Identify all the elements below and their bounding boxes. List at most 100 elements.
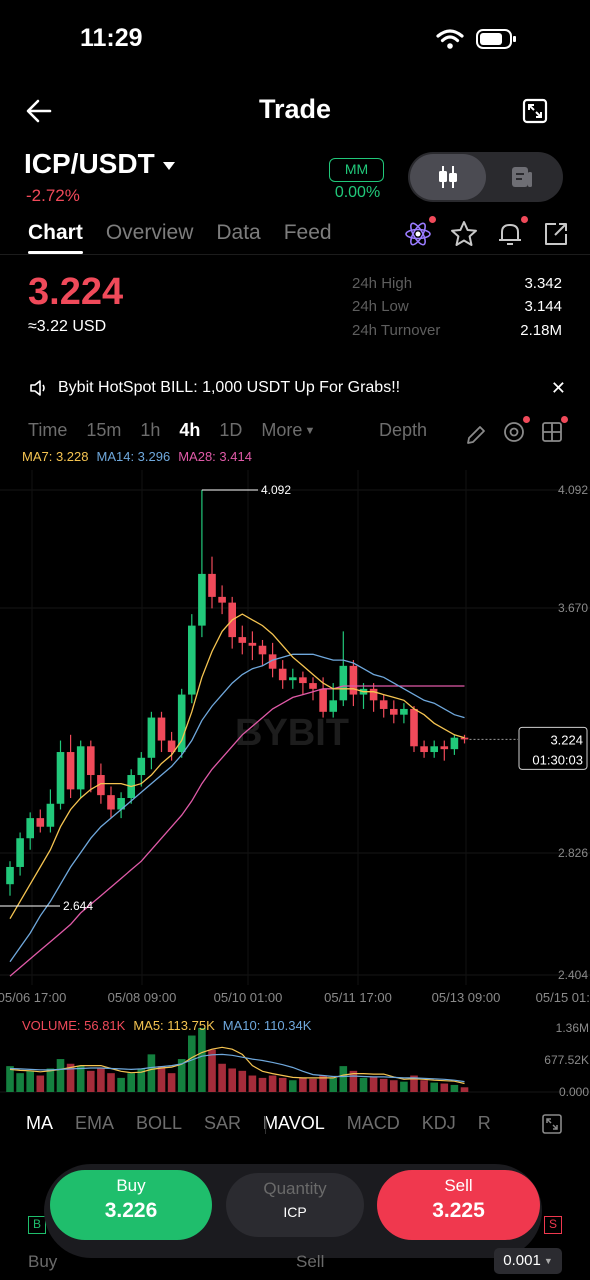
volume-bar	[188, 1035, 196, 1092]
volume-bar	[127, 1073, 135, 1092]
indicator-boll[interactable]: BOLL	[136, 1113, 182, 1134]
volume-bar	[369, 1076, 378, 1092]
candle	[76, 746, 85, 790]
tab-actions	[404, 216, 570, 248]
share-icon[interactable]	[542, 220, 570, 248]
price-chart[interactable]: BYBIT 4.092 3.670 2.826 2.404 05/06 17:00 05/0…	[0, 460, 590, 1100]
indicator-r[interactable]: R	[478, 1113, 491, 1134]
page-title: Trade	[258, 94, 332, 124]
volume-bar	[420, 1080, 428, 1092]
buy-button[interactable]: Buy 3.226	[50, 1170, 212, 1240]
candle	[319, 688, 327, 712]
sell-badge: S	[544, 1216, 562, 1234]
y-tick-label: 4.092	[558, 483, 588, 497]
indicator-settings-icon[interactable]	[502, 416, 530, 449]
sell-button[interactable]: Sell 3.225	[377, 1170, 540, 1240]
close-icon[interactable]: ✕	[551, 378, 566, 399]
candle	[46, 803, 55, 827]
indicator-macd[interactable]: MACD	[347, 1113, 400, 1134]
volume-bar	[339, 1066, 348, 1092]
candle	[258, 645, 267, 655]
tab-chart[interactable]: Chart	[28, 221, 83, 254]
tab-data[interactable]: Data	[216, 221, 260, 245]
ai-atom-icon[interactable]	[404, 216, 436, 248]
volume-bar	[218, 1063, 226, 1092]
candle	[36, 818, 45, 827]
depth-tab[interactable]: Depth	[379, 420, 427, 441]
interval-4h[interactable]: 4h	[179, 420, 200, 441]
interval-bar: Time 15m 1h 4h 1D More ▼	[28, 420, 353, 441]
volume-bar	[167, 1073, 176, 1092]
interval-1d[interactable]: 1D	[219, 420, 242, 441]
volume-bar	[87, 1070, 95, 1092]
candle	[440, 746, 449, 750]
indicator-expand-icon[interactable]	[541, 1113, 563, 1135]
volume-bar	[379, 1078, 388, 1092]
indicator-bar: MA EMA BOLL SAR MAVOL MACD KDJ R	[26, 1113, 491, 1134]
view-toggle[interactable]	[408, 152, 563, 202]
x-tick-label: 05/06 17:00	[0, 990, 66, 1005]
star-icon[interactable]	[450, 220, 478, 248]
interval-1h[interactable]: 1h	[140, 420, 160, 441]
volume-bar	[117, 1077, 125, 1092]
indicator-ema[interactable]: EMA	[75, 1113, 114, 1134]
volume-bar	[430, 1082, 438, 1092]
candle	[369, 688, 378, 701]
candle	[26, 818, 34, 839]
volume-tick-label: 0.000	[559, 1085, 589, 1099]
caret-down-icon: ▼	[543, 1256, 553, 1266]
vol-ma5-label: MA5: 113.75K	[133, 1018, 215, 1033]
countdown-label: 01:30:03	[532, 752, 583, 767]
interval-15m[interactable]: 15m	[86, 420, 121, 441]
promo-banner[interactable]: Bybit HotSpot BILL: 1,000 USDT Up For Gr…	[28, 378, 400, 398]
mm-badge[interactable]: MM	[329, 158, 384, 182]
divider	[0, 254, 590, 255]
candle-view-button[interactable]	[410, 154, 486, 200]
pencil-icon[interactable]	[464, 423, 488, 447]
interval-more[interactable]: More ▼	[261, 420, 334, 441]
layout-grid-icon[interactable]	[540, 416, 568, 449]
candlestick-icon	[439, 166, 457, 188]
status-icons	[436, 28, 518, 50]
fullscreen-icon[interactable]	[522, 98, 548, 124]
indicator-mavol[interactable]: MAVOL	[263, 1113, 325, 1134]
quantity-input[interactable]: Quantity ICP	[226, 1173, 364, 1237]
volume-tick-label: 1.36M	[556, 1021, 589, 1035]
indicator-kdj[interactable]: KDJ	[422, 1113, 456, 1134]
indicator-ma[interactable]: MA	[26, 1113, 53, 1134]
quantity-unit: ICP	[283, 1204, 307, 1220]
caret-down-icon: ▼	[304, 424, 316, 437]
volume-bar	[208, 1049, 216, 1092]
candle	[299, 677, 307, 684]
chart-tools	[464, 416, 568, 449]
candle	[16, 838, 24, 867]
candle	[198, 573, 206, 626]
candle	[238, 637, 247, 643]
price-step-select[interactable]: 0.001 ▼	[494, 1248, 562, 1274]
candle	[208, 573, 216, 597]
candle	[460, 737, 469, 740]
candle	[450, 737, 459, 750]
volume-bar	[359, 1077, 368, 1092]
tab-overview[interactable]: Overview	[106, 221, 194, 245]
orderbook-view-icon[interactable]	[509, 164, 535, 190]
interval-time[interactable]: Time	[28, 420, 67, 441]
wifi-icon	[436, 29, 464, 49]
volume-bar	[238, 1070, 247, 1092]
pair-selector[interactable]: ICP/USDT	[24, 148, 175, 180]
tab-feed[interactable]: Feed	[284, 221, 332, 245]
volume-bar	[390, 1080, 398, 1092]
buy-badge: B	[28, 1216, 46, 1234]
tab-bar: Chart Overview Data Feed	[28, 221, 355, 254]
x-tick-label: 05/08 09:00	[108, 990, 177, 1005]
indicator-sar[interactable]: SAR	[204, 1113, 241, 1134]
status-time: 11:29	[80, 24, 143, 52]
speaker-icon	[30, 380, 45, 396]
x-tick-label: 05/11 17:00	[324, 990, 392, 1005]
current-price-label: 3.224	[550, 732, 583, 747]
candle	[188, 625, 196, 695]
interval-more-label: More	[261, 420, 303, 440]
price-alert-icon[interactable]	[496, 216, 528, 248]
last-price: 3.224	[28, 271, 124, 313]
volume-bar	[76, 1066, 85, 1092]
